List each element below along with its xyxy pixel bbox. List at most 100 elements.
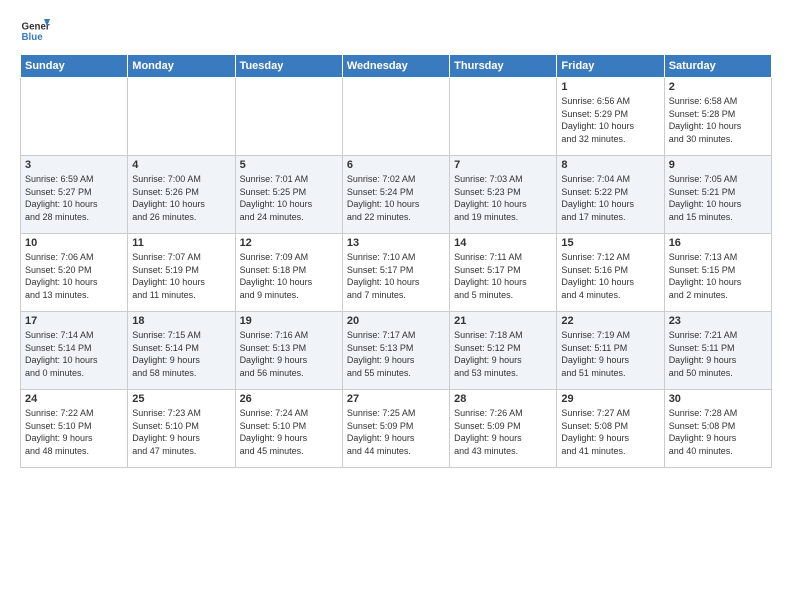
day-number: 24	[25, 393, 123, 405]
day-number: 8	[561, 159, 659, 171]
day-number: 15	[561, 237, 659, 249]
day-number: 12	[240, 237, 338, 249]
calendar-cell: 23 Sunrise: 7:21 AM Sunset: 5:11 PM Dayli…	[664, 312, 771, 390]
day-number: 29	[561, 393, 659, 405]
calendar-cell: 24 Sunrise: 7:22 AM Sunset: 5:10 PM Dayli…	[21, 390, 128, 468]
calendar-cell	[21, 78, 128, 156]
calendar-cell: 25Sunrise: 7:23 AM Sunset: 5:10 PM Dayli…	[128, 390, 235, 468]
calendar-cell: 29Sunrise: 7:27 AM Sunset: 5:08 PM Dayli…	[557, 390, 664, 468]
day-header-wednesday: Wednesday	[342, 55, 449, 78]
day-number: 6	[347, 159, 445, 171]
day-header-thursday: Thursday	[450, 55, 557, 78]
calendar-cell	[128, 78, 235, 156]
day-info: Sunrise: 7:09 AM Sunset: 5:18 PM Dayligh…	[240, 251, 338, 301]
calendar-cell: 18 Sunrise: 7:15 AM Sunset: 5:14 PM Dayli…	[128, 312, 235, 390]
calendar-cell: 28 Sunrise: 7:26 AM Sunset: 5:09 PM Dayli…	[450, 390, 557, 468]
calendar-cell: 13 Sunrise: 7:10 AM Sunset: 5:17 PM Dayli…	[342, 234, 449, 312]
calendar-header-row: SundayMondayTuesdayWednesdayThursdayFrid…	[21, 55, 772, 78]
day-info: Sunrise: 7:10 AM Sunset: 5:17 PM Dayligh…	[347, 251, 445, 301]
calendar: SundayMondayTuesdayWednesdayThursdayFrid…	[20, 54, 772, 468]
day-number: 9	[669, 159, 767, 171]
week-row-0: 1Sunrise: 6:56 AM Sunset: 5:29 PM Daylig…	[21, 78, 772, 156]
day-info: Sunrise: 7:13 AM Sunset: 5:15 PM Dayligh…	[669, 251, 767, 301]
week-row-1: 3Sunrise: 6:59 AM Sunset: 5:27 PM Daylig…	[21, 156, 772, 234]
day-info: Sunrise: 6:58 AM Sunset: 5:28 PM Dayligh…	[669, 95, 767, 145]
calendar-cell: 26 Sunrise: 7:24 AM Sunset: 5:10 PM Dayli…	[235, 390, 342, 468]
day-number: 25	[132, 393, 230, 405]
page: General Blue SundayMondayTuesdayWednesda…	[0, 0, 792, 612]
day-info: Sunrise: 7:22 AM Sunset: 5:10 PM Dayligh…	[25, 407, 123, 457]
calendar-cell: 4Sunrise: 7:00 AM Sunset: 5:26 PM Daylig…	[128, 156, 235, 234]
day-number: 19	[240, 315, 338, 327]
calendar-cell: 22 Sunrise: 7:19 AM Sunset: 5:11 PM Dayli…	[557, 312, 664, 390]
day-number: 3	[25, 159, 123, 171]
calendar-cell: 15 Sunrise: 7:12 AM Sunset: 5:16 PM Dayli…	[557, 234, 664, 312]
day-number: 4	[132, 159, 230, 171]
calendar-cell: 19 Sunrise: 7:16 AM Sunset: 5:13 PM Dayli…	[235, 312, 342, 390]
calendar-cell	[235, 78, 342, 156]
header: General Blue	[20, 16, 772, 46]
day-info: Sunrise: 7:16 AM Sunset: 5:13 PM Dayligh…	[240, 329, 338, 379]
calendar-cell: 3Sunrise: 6:59 AM Sunset: 5:27 PM Daylig…	[21, 156, 128, 234]
week-row-2: 10Sunrise: 7:06 AM Sunset: 5:20 PM Dayli…	[21, 234, 772, 312]
calendar-cell: 11Sunrise: 7:07 AM Sunset: 5:19 PM Dayli…	[128, 234, 235, 312]
day-info: Sunrise: 7:04 AM Sunset: 5:22 PM Dayligh…	[561, 173, 659, 223]
day-info: Sunrise: 7:15 AM Sunset: 5:14 PM Dayligh…	[132, 329, 230, 379]
calendar-cell: 21 Sunrise: 7:18 AM Sunset: 5:12 PM Dayli…	[450, 312, 557, 390]
day-number: 2	[669, 81, 767, 93]
day-info: Sunrise: 7:14 AM Sunset: 5:14 PM Dayligh…	[25, 329, 123, 379]
calendar-cell: 27 Sunrise: 7:25 AM Sunset: 5:09 PM Dayli…	[342, 390, 449, 468]
day-header-sunday: Sunday	[21, 55, 128, 78]
day-info: Sunrise: 7:25 AM Sunset: 5:09 PM Dayligh…	[347, 407, 445, 457]
day-number: 11	[132, 237, 230, 249]
day-header-friday: Friday	[557, 55, 664, 78]
svg-text:Blue: Blue	[22, 32, 44, 43]
day-info: Sunrise: 7:01 AM Sunset: 5:25 PM Dayligh…	[240, 173, 338, 223]
day-info: Sunrise: 7:21 AM Sunset: 5:11 PM Dayligh…	[669, 329, 767, 379]
day-info: Sunrise: 7:26 AM Sunset: 5:09 PM Dayligh…	[454, 407, 552, 457]
day-number: 21	[454, 315, 552, 327]
day-info: Sunrise: 7:11 AM Sunset: 5:17 PM Dayligh…	[454, 251, 552, 301]
day-info: Sunrise: 7:19 AM Sunset: 5:11 PM Dayligh…	[561, 329, 659, 379]
day-number: 23	[669, 315, 767, 327]
calendar-cell: 7Sunrise: 7:03 AM Sunset: 5:23 PM Daylig…	[450, 156, 557, 234]
calendar-cell: 17Sunrise: 7:14 AM Sunset: 5:14 PM Dayli…	[21, 312, 128, 390]
calendar-cell: 8 Sunrise: 7:04 AM Sunset: 5:22 PM Daylig…	[557, 156, 664, 234]
day-number: 10	[25, 237, 123, 249]
logo-icon: General Blue	[20, 16, 50, 46]
calendar-cell	[450, 78, 557, 156]
calendar-cell: 20Sunrise: 7:17 AM Sunset: 5:13 PM Dayli…	[342, 312, 449, 390]
day-number: 20	[347, 315, 445, 327]
day-number: 14	[454, 237, 552, 249]
day-number: 7	[454, 159, 552, 171]
day-info: Sunrise: 7:28 AM Sunset: 5:08 PM Dayligh…	[669, 407, 767, 457]
day-info: Sunrise: 6:56 AM Sunset: 5:29 PM Dayligh…	[561, 95, 659, 145]
day-info: Sunrise: 7:02 AM Sunset: 5:24 PM Dayligh…	[347, 173, 445, 223]
calendar-cell	[342, 78, 449, 156]
calendar-cell: 1Sunrise: 6:56 AM Sunset: 5:29 PM Daylig…	[557, 78, 664, 156]
calendar-cell: 2 Sunrise: 6:58 AM Sunset: 5:28 PM Daylig…	[664, 78, 771, 156]
calendar-cell: 12 Sunrise: 7:09 AM Sunset: 5:18 PM Dayli…	[235, 234, 342, 312]
day-number: 30	[669, 393, 767, 405]
calendar-cell: 10Sunrise: 7:06 AM Sunset: 5:20 PM Dayli…	[21, 234, 128, 312]
day-info: Sunrise: 7:24 AM Sunset: 5:10 PM Dayligh…	[240, 407, 338, 457]
calendar-cell: 14 Sunrise: 7:11 AM Sunset: 5:17 PM Dayli…	[450, 234, 557, 312]
day-number: 22	[561, 315, 659, 327]
day-number: 13	[347, 237, 445, 249]
day-number: 26	[240, 393, 338, 405]
week-row-3: 17Sunrise: 7:14 AM Sunset: 5:14 PM Dayli…	[21, 312, 772, 390]
day-number: 18	[132, 315, 230, 327]
day-header-monday: Monday	[128, 55, 235, 78]
logo: General Blue	[20, 16, 50, 46]
day-info: Sunrise: 7:12 AM Sunset: 5:16 PM Dayligh…	[561, 251, 659, 301]
calendar-cell: 9 Sunrise: 7:05 AM Sunset: 5:21 PM Daylig…	[664, 156, 771, 234]
day-header-tuesday: Tuesday	[235, 55, 342, 78]
week-row-4: 24 Sunrise: 7:22 AM Sunset: 5:10 PM Dayli…	[21, 390, 772, 468]
calendar-cell: 5Sunrise: 7:01 AM Sunset: 5:25 PM Daylig…	[235, 156, 342, 234]
day-number: 27	[347, 393, 445, 405]
day-info: Sunrise: 7:05 AM Sunset: 5:21 PM Dayligh…	[669, 173, 767, 223]
calendar-cell: 30 Sunrise: 7:28 AM Sunset: 5:08 PM Dayli…	[664, 390, 771, 468]
day-info: Sunrise: 7:18 AM Sunset: 5:12 PM Dayligh…	[454, 329, 552, 379]
day-number: 16	[669, 237, 767, 249]
day-number: 28	[454, 393, 552, 405]
